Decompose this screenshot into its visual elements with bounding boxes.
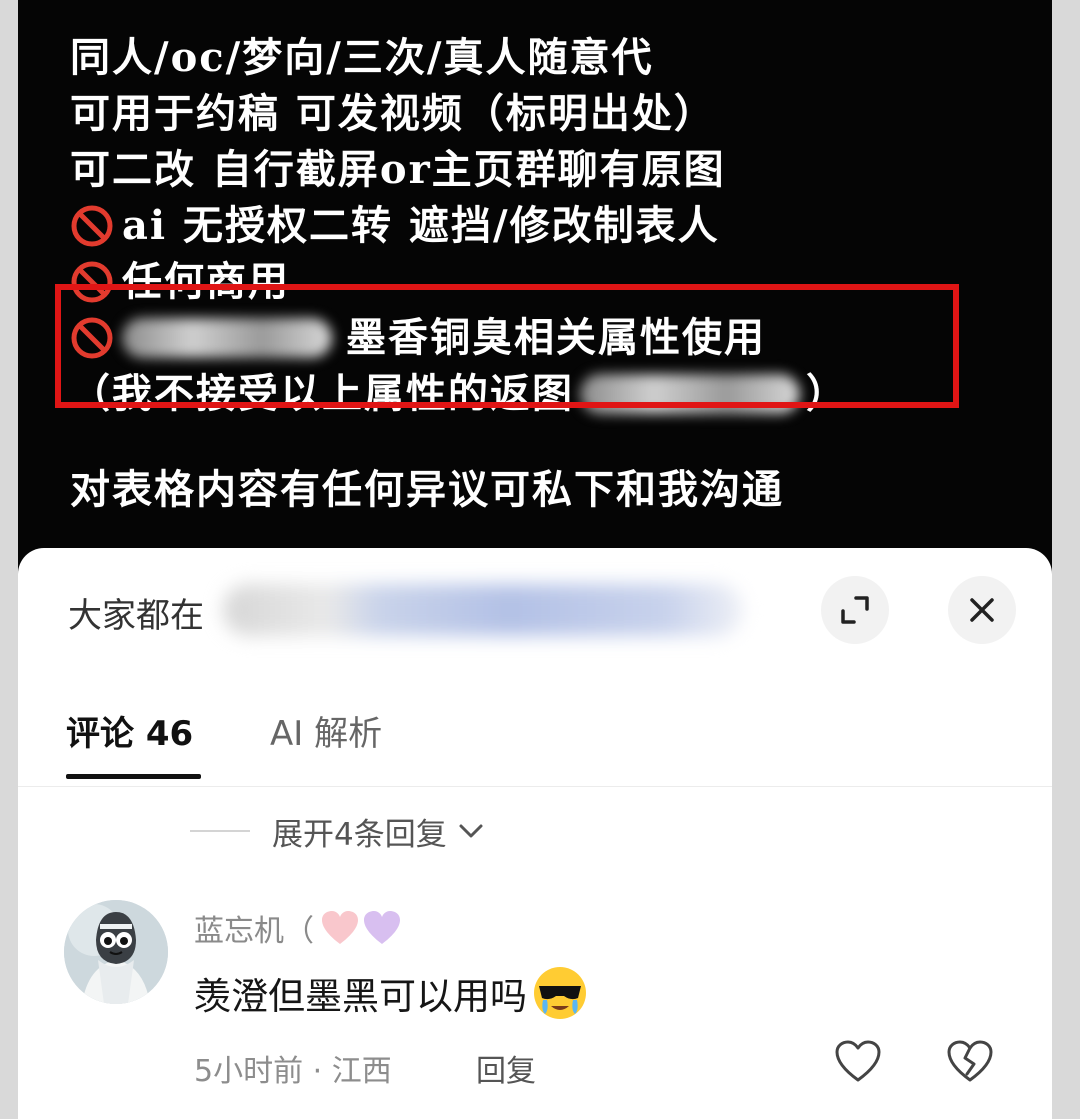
post-line-8: 对表格内容有任何异议可私下和我沟通 <box>70 466 784 513</box>
tab-comments[interactable]: 评论 46 <box>66 706 193 755</box>
active-tab-indicator <box>66 774 201 779</box>
reply-button[interactable]: 回复 <box>476 1046 536 1090</box>
heart-emojis <box>320 910 402 946</box>
chevron-down-icon <box>459 824 483 838</box>
comment-sheet: 大家都在 评论 46 AI 解析 展开4条回复 蓝忘机（ 羡澄但墨黑可以用吗 5… <box>18 548 1052 1119</box>
tab-bar: 评论 46 AI 解析 <box>18 696 1052 787</box>
post-line-2: 可用于约稿 可发视频（标明出处） <box>70 90 716 137</box>
close-button[interactable] <box>948 576 1016 644</box>
expand-replies-label: 展开4条回复 <box>272 816 447 853</box>
close-icon <box>970 598 994 622</box>
comment-item: 蓝忘机（ 羡澄但墨黑可以用吗 5小时前 · 江西 回复 <box>18 898 1052 1119</box>
comment-text: 羡澄但墨黑可以用吗 <box>194 964 589 1022</box>
expand-button[interactable] <box>821 576 889 644</box>
pink-heart-icon <box>322 911 358 944</box>
expand-icon <box>841 596 869 624</box>
blurred-title <box>223 584 743 636</box>
broken-heart-icon[interactable] <box>946 1040 994 1084</box>
post-line-3: 可二改 自行截屏or主页群聊有原图 <box>70 146 726 193</box>
sheet-title: 大家都在 <box>68 596 204 636</box>
highlight-box <box>55 284 959 408</box>
post-line-4: ai 无授权二转 遮挡/修改制表人 <box>70 198 1030 254</box>
divider <box>190 830 250 832</box>
avatar[interactable] <box>64 900 168 1004</box>
rule-no-ai: ai 无授权二转 遮挡/修改制表人 <box>122 202 720 249</box>
tab-ai-analysis[interactable]: AI 解析 <box>270 706 382 755</box>
comment-meta: 5小时前 · 江西 <box>194 1054 392 1089</box>
comment-username[interactable]: 蓝忘机（ <box>194 906 402 950</box>
username-text: 蓝忘机（ <box>194 914 314 949</box>
expand-replies-button[interactable]: 展开4条回复 <box>190 806 485 856</box>
heart-icon[interactable] <box>834 1040 882 1084</box>
ban-icon <box>70 204 114 248</box>
post-text: 同人/oc/梦向/三次/真人随意代 可用于约稿 可发视频（标明出处） 可二改 自… <box>70 30 1030 518</box>
post-line-1: 同人/oc/梦向/三次/真人随意代 <box>70 34 654 81</box>
purple-heart-icon <box>364 911 400 944</box>
emoji-cool-tears <box>534 967 586 1019</box>
sheet-header: 大家都在 <box>18 548 1052 668</box>
comment-body: 羡澄但墨黑可以用吗 <box>194 975 527 1018</box>
